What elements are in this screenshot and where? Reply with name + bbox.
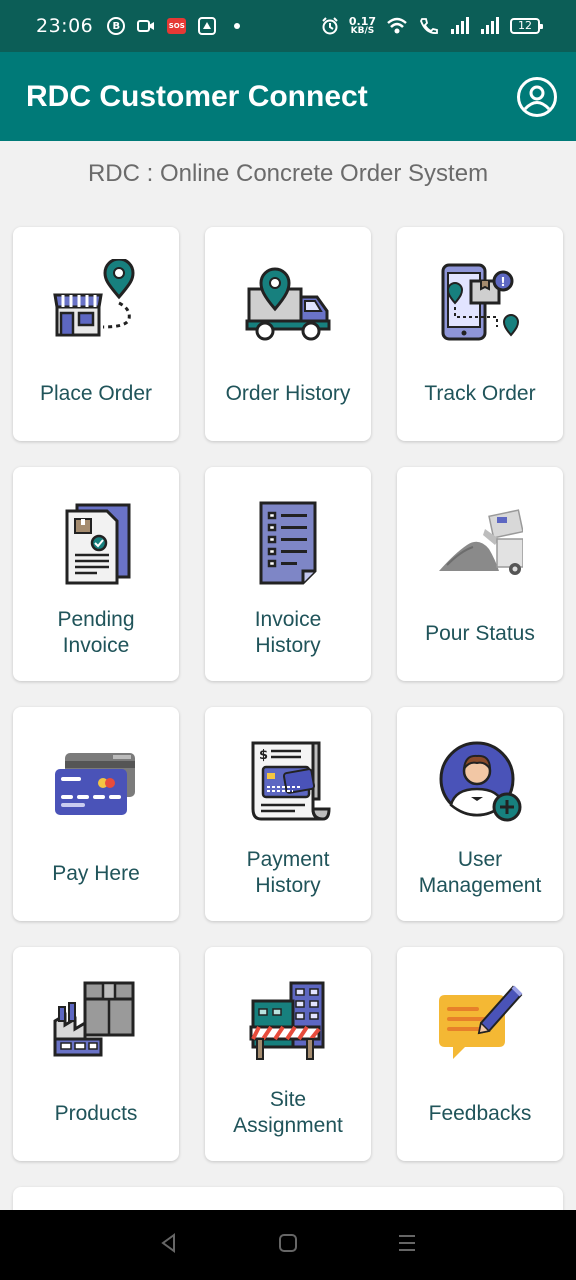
volte-call-icon bbox=[418, 17, 440, 35]
site-assignment-label: Site Assignment bbox=[233, 1088, 343, 1137]
app-bar: RDC Customer Connect bbox=[0, 52, 576, 141]
status-bar: 23:06 B SOS 0.17 KB/S 12 bbox=[0, 0, 576, 52]
system-icons: 0.17 KB/S 12 bbox=[321, 16, 543, 36]
invoice-history-label: Invoice History bbox=[254, 608, 322, 657]
app-title: RDC Customer Connect bbox=[26, 79, 368, 113]
back-icon[interactable] bbox=[158, 1232, 180, 1258]
user-management-tile[interactable]: User Management bbox=[397, 707, 563, 921]
more-notifications-dot bbox=[234, 23, 241, 29]
feedback-pencil-icon bbox=[437, 979, 523, 1065]
payment-receipt-icon: $ bbox=[245, 739, 331, 825]
feedbacks-label: Feedbacks bbox=[428, 1102, 532, 1125]
truck-location-icon bbox=[245, 259, 331, 345]
payment-history-tile[interactable]: $ Payment History bbox=[205, 707, 371, 921]
credit-cards-icon bbox=[53, 739, 139, 825]
order-history-label: Order History bbox=[225, 382, 351, 405]
recents-menu-icon[interactable] bbox=[396, 1232, 418, 1258]
wifi-icon bbox=[386, 17, 408, 35]
video-icon bbox=[137, 19, 155, 33]
network-speed: 0.17 KB/S bbox=[349, 16, 376, 36]
feedbacks-tile[interactable]: Feedbacks bbox=[397, 947, 563, 1161]
battery-icon: 12 bbox=[510, 18, 543, 34]
concrete-pour-icon bbox=[437, 499, 524, 585]
svg-text:$: $ bbox=[259, 748, 268, 763]
clock: 23:06 bbox=[36, 15, 94, 37]
home-icon[interactable] bbox=[277, 1232, 299, 1258]
user-circle-icon[interactable] bbox=[516, 76, 558, 118]
place-order-tile[interactable]: Place Order bbox=[13, 227, 179, 441]
signal-strength-icon-1 bbox=[450, 17, 470, 35]
construction-site-icon bbox=[245, 979, 331, 1065]
user-add-icon bbox=[437, 739, 523, 825]
page-subtitle: RDC : Online Concrete Order System bbox=[87, 160, 489, 187]
invoice-history-tile[interactable]: Invoice History bbox=[205, 467, 371, 681]
user-management-label: User Management bbox=[418, 848, 542, 897]
invoice-document-icon bbox=[245, 499, 331, 585]
pour-status-label: Pour Status bbox=[425, 622, 535, 645]
pending-invoice-tile[interactable]: Pending Invoice bbox=[13, 467, 179, 681]
b-notification-icon: B bbox=[107, 17, 126, 35]
pending-invoice-icon bbox=[53, 499, 139, 585]
payment-history-label: Payment History bbox=[246, 848, 330, 897]
order-history-tile[interactable]: Order History bbox=[205, 227, 371, 441]
app-notification-icon bbox=[198, 17, 217, 35]
phone-tracking-icon: ! bbox=[437, 259, 523, 345]
pending-invoice-label: Pending Invoice bbox=[57, 608, 135, 657]
svg-text:!: ! bbox=[500, 275, 505, 289]
signal-strength-icon-2 bbox=[480, 17, 500, 35]
pour-status-tile[interactable]: Pour Status bbox=[397, 467, 563, 681]
track-order-label: Track Order bbox=[424, 382, 536, 405]
pay-here-label: Pay Here bbox=[52, 862, 140, 885]
place-order-label: Place Order bbox=[39, 382, 153, 405]
products-label: Products bbox=[54, 1102, 138, 1125]
speed-unit: KB/S bbox=[350, 26, 375, 36]
shop-location-icon bbox=[53, 257, 139, 345]
sos-icon: SOS bbox=[167, 18, 187, 34]
menu-grid: Place Order Order History ! Track Order … bbox=[13, 227, 564, 1161]
notification-icons: B SOS bbox=[107, 17, 241, 35]
pay-here-tile[interactable]: Pay Here bbox=[13, 707, 179, 921]
track-order-tile[interactable]: ! Track Order bbox=[397, 227, 563, 441]
alarm-icon bbox=[321, 17, 339, 35]
factory-box-icon bbox=[53, 979, 139, 1065]
system-nav-bar bbox=[0, 1210, 576, 1280]
products-tile[interactable]: Products bbox=[13, 947, 179, 1161]
site-assignment-tile[interactable]: Site Assignment bbox=[205, 947, 371, 1161]
